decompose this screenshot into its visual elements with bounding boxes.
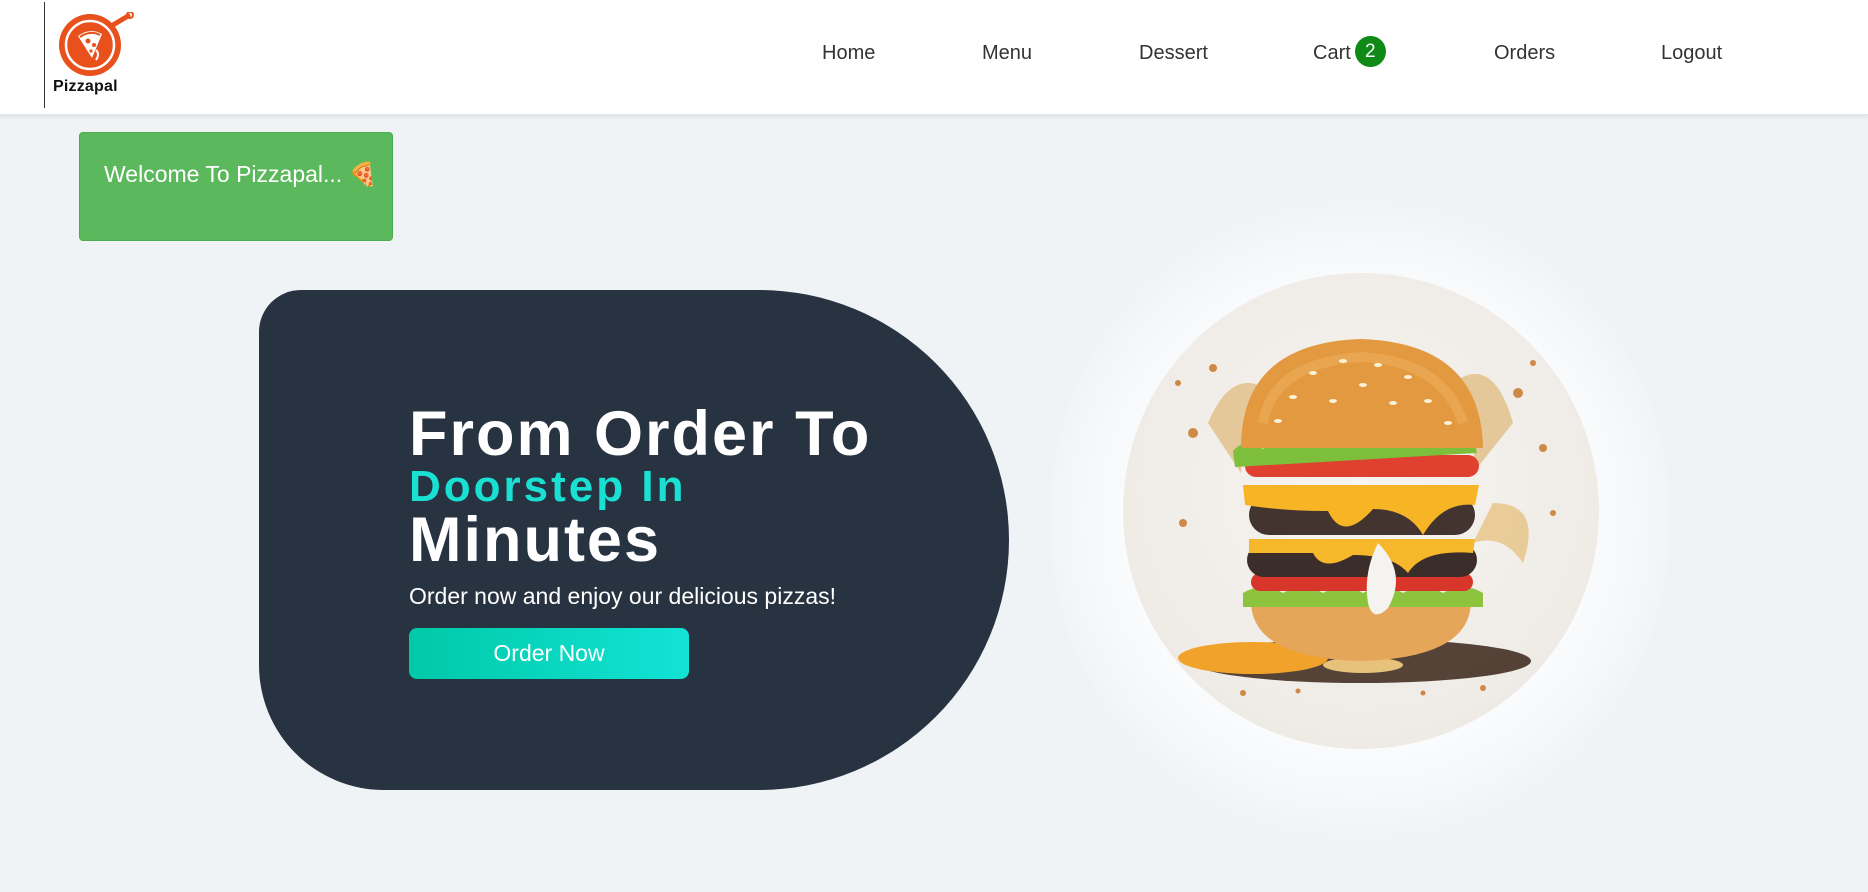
cart-count-badge: 2 (1354, 36, 1386, 67)
nav-cart-label: Cart (1313, 42, 1351, 64)
nav-home[interactable]: Home (822, 42, 875, 65)
navbar: Pizzapal Home Menu Dessert Cart 2 Orders … (0, 0, 1868, 115)
hero-subtitle: Order now and enjoy our delicious pizzas… (409, 583, 837, 609)
nav-dessert[interactable]: Dessert (1139, 42, 1208, 65)
hero-title-line-1: From Order To (409, 399, 872, 469)
nav-menu: Home Menu Dessert Cart 2 Orders Logout (0, 36, 1868, 72)
burger-illustration (1175, 339, 1556, 696)
burger-splash-image (1123, 273, 1599, 749)
hero-title-line-3: Minutes (409, 505, 662, 575)
hero-card: From Order To Doorstep In Minutes Order … (259, 290, 1009, 790)
nav-orders[interactable]: Orders (1494, 42, 1555, 65)
brand-name: Pizzapal (53, 78, 118, 95)
welcome-toast: Welcome To Pizzapal... 🍕 (79, 132, 393, 241)
nav-logout[interactable]: Logout (1661, 42, 1722, 65)
welcome-message: Welcome To Pizzapal... 🍕 (104, 161, 378, 187)
nav-cart[interactable]: Cart 2 (1313, 36, 1386, 69)
nav-menu-link[interactable]: Menu (982, 42, 1032, 65)
order-now-button[interactable]: Order Now (409, 628, 689, 679)
